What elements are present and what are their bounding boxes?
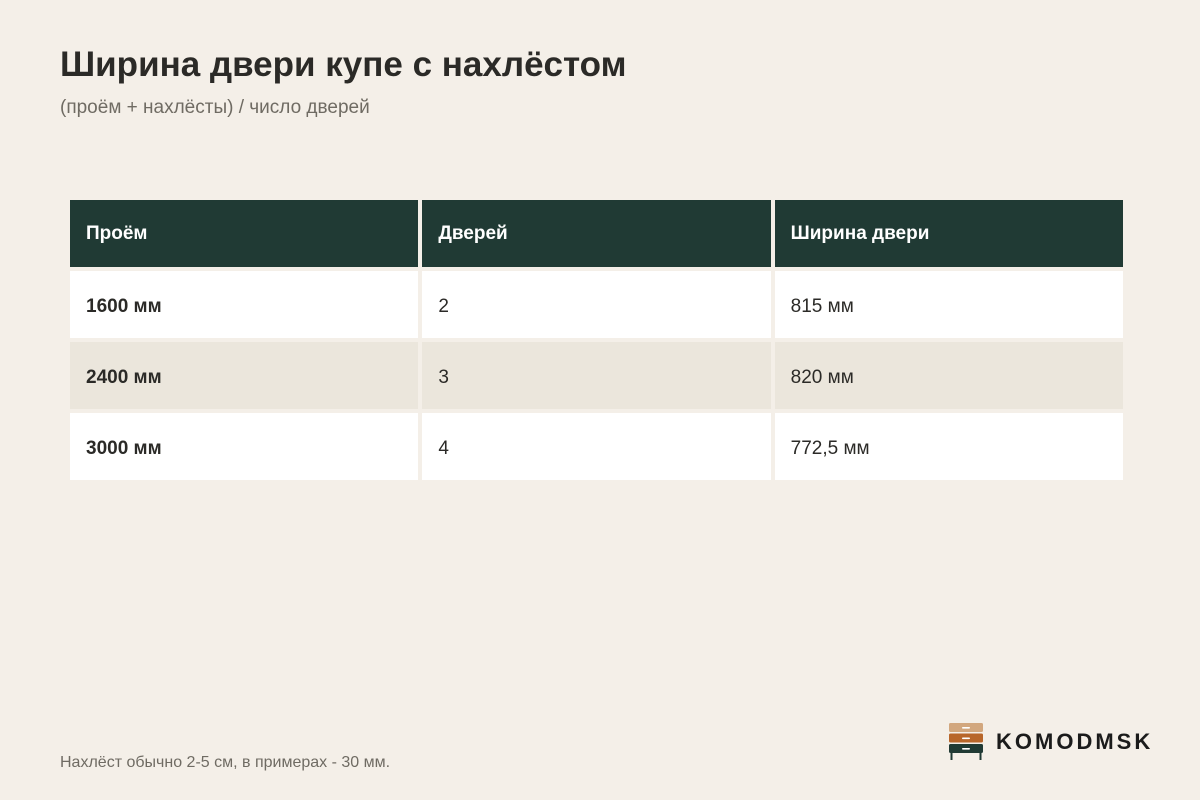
table-row: 1600 мм 2 815 мм xyxy=(70,271,1123,338)
cell-doors: 4 xyxy=(422,413,771,480)
footnote: Нахлёст обычно 2-5 см, в примерах - 30 м… xyxy=(60,754,391,771)
cell-door-width: 820 мм xyxy=(774,342,1123,409)
door-width-table: Проём Дверей Ширина двери 1600 мм 2 815 … xyxy=(66,196,1127,484)
header-cell-door-width: Ширина двери xyxy=(774,200,1123,267)
header-cell-opening: Проём xyxy=(70,200,419,267)
cell-door-width: 772,5 мм xyxy=(774,413,1123,480)
chest-of-drawers-icon xyxy=(948,722,984,762)
cell-opening: 3000 мм xyxy=(70,413,419,480)
brand-logo[interactable]: KOMODMSK xyxy=(948,722,1153,762)
cell-doors: 3 xyxy=(422,342,771,409)
table-row: 2400 мм 3 820 мм xyxy=(70,342,1123,409)
table-header-row: Проём Дверей Ширина двери xyxy=(70,200,1123,267)
table-row: 3000 мм 4 772,5 мм xyxy=(70,413,1123,480)
cell-doors: 2 xyxy=(422,271,771,338)
page-subtitle: (проём + нахлёсты) / число дверей xyxy=(60,97,370,118)
logo-text: KOMODMSK xyxy=(996,729,1154,754)
header-cell-doors: Дверей xyxy=(422,200,771,267)
cell-door-width: 815 мм xyxy=(774,271,1123,338)
page-title: Ширина двери купе с нахлёстом xyxy=(60,45,627,84)
cell-opening: 1600 мм xyxy=(70,271,419,338)
cell-opening: 2400 мм xyxy=(70,342,419,409)
